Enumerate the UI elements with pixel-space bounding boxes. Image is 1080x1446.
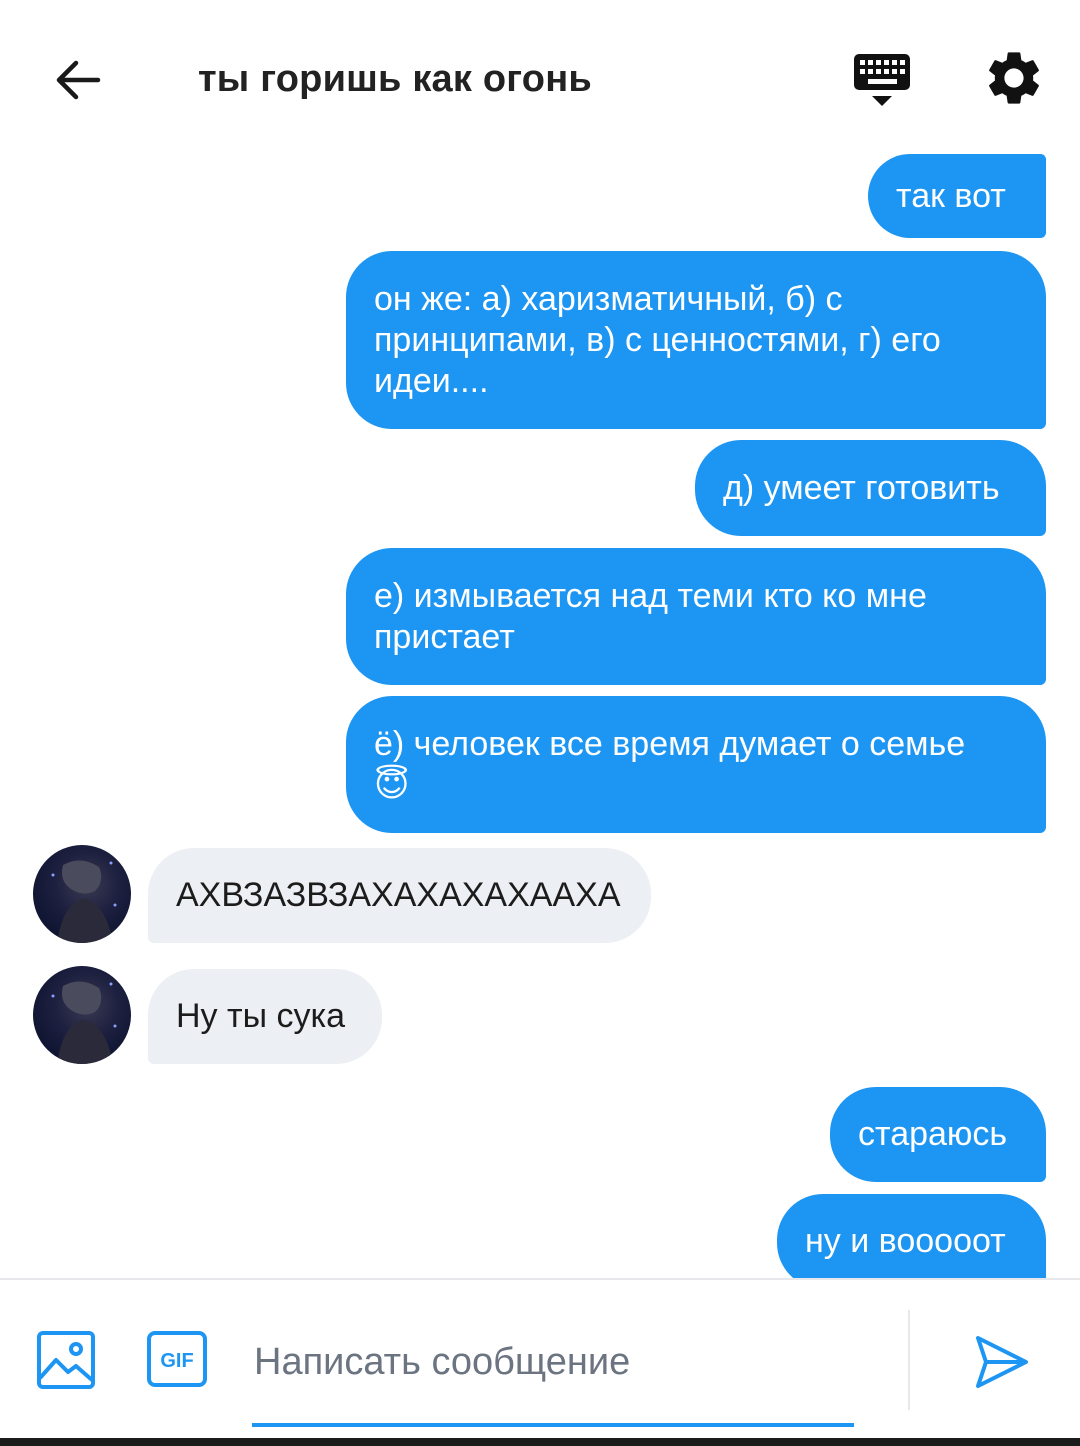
chat-screen: ты горишь как огонь так вот он же: а) ха… — [0, 0, 1080, 1446]
settings-button[interactable] — [982, 46, 1046, 110]
avatar-image — [51, 860, 117, 943]
gif-label: GIF — [160, 1350, 193, 1372]
contact-avatar[interactable] — [33, 966, 131, 1064]
gear-icon — [989, 52, 1039, 104]
composer-divider — [908, 1310, 910, 1410]
message-bubble-outgoing[interactable]: стараюсь — [830, 1087, 1046, 1182]
message-bubble-outgoing[interactable]: ну и вооооот — [777, 1194, 1046, 1278]
keyboard-button[interactable] — [850, 48, 914, 112]
message-bubble-incoming[interactable]: Ну ты сука — [148, 969, 382, 1064]
chat-header: ты горишь как огонь — [0, 0, 1080, 152]
message-input[interactable] — [254, 1330, 854, 1394]
message-bubble-outgoing[interactable]: ё) человек все время думает о семье 😇 — [346, 696, 1046, 833]
message-bubble-outgoing[interactable]: так вот — [868, 154, 1046, 238]
image-icon — [37, 1331, 95, 1389]
avatar-image — [51, 981, 117, 1064]
keyboard-icon — [854, 54, 910, 106]
arrow-left-icon — [56, 60, 101, 100]
message-bubble-outgoing[interactable]: он же: а) харизматичный, б) с принципами… — [346, 251, 1046, 429]
back-button[interactable] — [46, 48, 110, 112]
input-underline — [252, 1423, 854, 1427]
send-button[interactable] — [972, 1332, 1032, 1392]
gif-button[interactable]: GIF — [146, 1330, 208, 1388]
message-bubble-outgoing[interactable]: е) измывается над теми кто ко мне приста… — [346, 548, 1046, 685]
system-nav-bar — [0, 1438, 1080, 1446]
conversation-title: ты горишь как огонь — [198, 58, 592, 100]
contact-avatar[interactable] — [33, 845, 131, 943]
attach-image-button[interactable] — [36, 1330, 96, 1390]
message-bubble-incoming[interactable]: АХВЗАЗВЗАХАХАХАХААХА — [148, 848, 651, 943]
message-bubble-outgoing[interactable]: д) умеет готовить — [695, 440, 1046, 536]
message-composer: GIF — [0, 1278, 1080, 1438]
send-icon — [976, 1336, 1028, 1388]
message-list[interactable]: так вот он же: а) харизматичный, б) с пр… — [0, 152, 1080, 1278]
gif-icon: GIF — [147, 1331, 207, 1387]
